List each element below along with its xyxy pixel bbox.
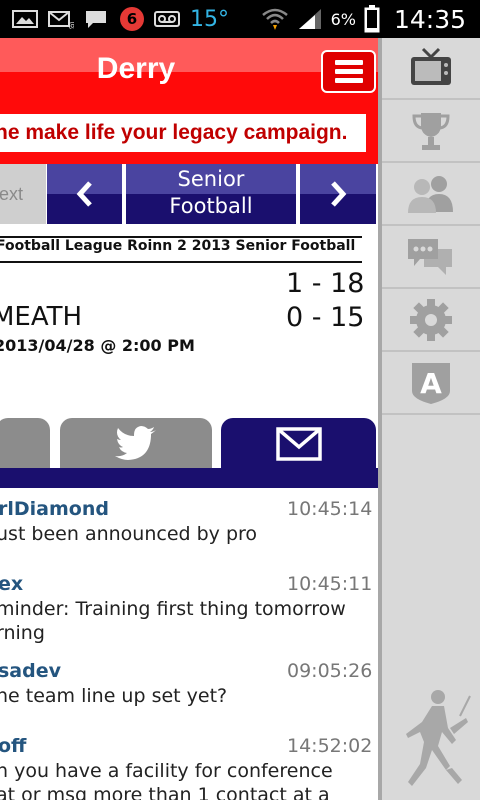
message-feed[interactable]: rlDiamond 10:45:14 ust been announced by… <box>0 488 378 800</box>
menu-icon <box>334 60 363 65</box>
side-menu-trophy[interactable] <box>382 101 480 163</box>
screen: @ 6 15° 6% 14:35 Derry the make life you… <box>0 0 480 800</box>
category-title-line1: Senior <box>177 167 245 191</box>
svg-text:A: A <box>420 367 442 400</box>
side-menu-users[interactable] <box>382 164 480 226</box>
users-icon <box>408 176 453 213</box>
category-title: Senior Football <box>126 164 296 224</box>
runner-silhouette <box>406 690 471 786</box>
news-ticker[interactable]: the make life your legacy campaign. <box>0 114 366 152</box>
message-text: he team line up set yet? <box>0 685 228 707</box>
battery-percent: 6% <box>330 9 356 29</box>
message-author: sadev <box>0 660 62 682</box>
app-header: Derry the make life your legacy campaign… <box>0 38 378 164</box>
divider <box>0 261 362 263</box>
chevron-left-icon <box>76 181 92 207</box>
notification-badge: 6 <box>120 7 144 31</box>
next-label: Next <box>0 183 24 204</box>
status-bar: @ 6 15° 6% 14:35 <box>0 0 480 38</box>
side-menu: A <box>378 38 480 800</box>
chat-icon <box>408 239 452 275</box>
chat-icon <box>86 11 106 28</box>
fixture-datetime: 2013/04/28 @ 2:00 PM <box>0 336 195 355</box>
page-title: Derry <box>96 52 176 85</box>
competition-name: Football League Roinn 2 2013 Senior Foot… <box>0 238 356 254</box>
message-time: 14:52:02 <box>287 735 373 757</box>
category-nav: Next Senior Football <box>0 164 378 224</box>
next-arrow-button[interactable] <box>300 164 376 224</box>
team2-score: 0 - 15 <box>286 302 365 333</box>
temperature: 15° <box>190 6 229 32</box>
message-text: minder: Training first thing tomorrow rn… <box>0 598 346 644</box>
message-author: off <box>0 735 27 757</box>
ticker-text: the make life your legacy campaign. <box>0 121 348 144</box>
message-text: ust been announced by pro <box>0 523 258 545</box>
envelope-icon <box>275 427 322 461</box>
side-menu-language[interactable]: A <box>382 353 480 415</box>
voicemail-icon <box>154 11 180 27</box>
message-author: rlDiamond <box>0 498 109 520</box>
email-icon: @ <box>48 11 74 29</box>
status-bar-system: 6% 14:35 <box>261 4 466 34</box>
chevron-right-icon <box>331 181 347 207</box>
twitter-icon <box>115 426 156 460</box>
gallery-icon <box>12 10 38 28</box>
settings-icon <box>410 299 452 341</box>
tv-icon <box>411 47 451 85</box>
side-menu-tv[interactable] <box>382 38 480 100</box>
facebook-tab[interactable] <box>0 418 50 468</box>
wifi-icon <box>261 8 288 30</box>
trophy-icon <box>412 113 450 150</box>
menu-button[interactable] <box>321 50 376 93</box>
clock: 14:35 <box>393 4 466 34</box>
side-menu-chat[interactable] <box>382 227 480 289</box>
battery-icon <box>364 5 380 33</box>
prev-arrow-button[interactable] <box>47 164 122 224</box>
message-text: n you have a facility for conference at … <box>0 760 333 800</box>
message-author: ex <box>0 573 24 595</box>
message-time: 10:45:11 <box>287 573 373 595</box>
svg-text:@: @ <box>68 21 74 29</box>
team2-name: MEATH <box>0 302 83 332</box>
status-bar-notifications: @ 6 15° <box>12 5 229 33</box>
feed-tabs <box>0 418 378 488</box>
side-menu-settings[interactable] <box>382 290 480 352</box>
team1-score: 1 - 18 <box>286 268 365 299</box>
email-tab[interactable] <box>221 418 376 488</box>
twitter-tab[interactable] <box>60 418 212 468</box>
category-title-line2: Football <box>169 194 253 218</box>
signal-icon <box>298 9 321 29</box>
language-icon: A <box>412 363 450 404</box>
next-category-button[interactable]: Next <box>0 164 46 224</box>
message-time: 10:45:14 <box>287 498 373 520</box>
main-panel: Derry the make life your legacy campaign… <box>0 38 378 800</box>
message-time: 09:05:26 <box>287 660 373 682</box>
